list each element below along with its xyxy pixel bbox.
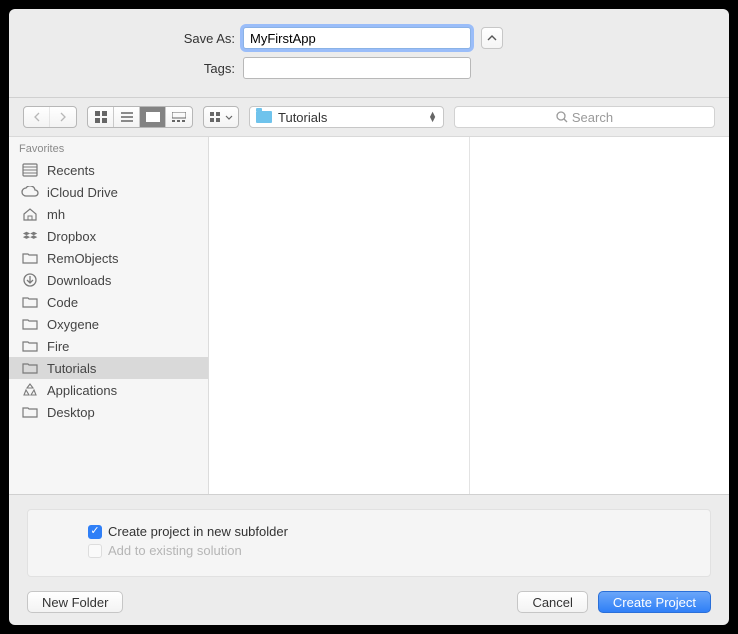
column-1[interactable] (209, 137, 470, 494)
existing-checkbox (88, 544, 102, 558)
folder-icon (21, 250, 39, 266)
location-label: Tutorials (278, 110, 327, 125)
gallery-icon (172, 112, 186, 122)
subfolder-checkbox[interactable] (88, 525, 102, 539)
folder-icon (256, 111, 272, 123)
column-2[interactable] (470, 137, 730, 494)
existing-checkbox-row: Add to existing solution (88, 543, 694, 558)
chevron-down-icon (225, 115, 233, 120)
sidebar-item-label: Applications (47, 383, 117, 398)
app-icon (21, 382, 39, 398)
sidebar-item-label: iCloud Drive (47, 185, 118, 200)
search-field[interactable]: Search (454, 106, 715, 128)
options-box: Create project in new subfolder Add to e… (27, 509, 711, 577)
save-dialog: Save As: Tags: (9, 9, 729, 625)
group-button[interactable] (204, 107, 238, 127)
dropbox-icon (21, 228, 39, 244)
folder-icon (21, 360, 39, 376)
collapse-button[interactable] (481, 27, 503, 49)
chevron-up-icon (487, 35, 497, 41)
cloud-icon (21, 184, 39, 200)
create-project-button[interactable]: Create Project (598, 591, 711, 613)
cancel-button[interactable]: Cancel (517, 591, 587, 613)
recents-icon (21, 162, 39, 178)
back-button[interactable] (24, 107, 50, 127)
group-segmented (203, 106, 239, 128)
grid-icon (95, 111, 107, 123)
button-row: New Folder Cancel Create Project (27, 591, 711, 613)
save-as-label: Save As: (27, 31, 243, 46)
sidebar-item-desktop[interactable]: Desktop (9, 401, 208, 423)
sidebar-item-label: Tutorials (47, 361, 96, 376)
header-section: Save As: Tags: (9, 9, 729, 97)
footer-section: Create project in new subfolder Add to e… (9, 495, 729, 625)
forward-button[interactable] (50, 107, 76, 127)
folder-icon (21, 404, 39, 420)
sidebar-item-label: Recents (47, 163, 95, 178)
home-icon (21, 206, 39, 222)
view-gallery-button[interactable] (166, 107, 192, 127)
stepper-icon: ▲▼ (428, 112, 437, 122)
subfolder-label: Create project in new subfolder (108, 524, 288, 539)
folder-icon (21, 294, 39, 310)
sidebar-item-label: Fire (47, 339, 69, 354)
sidebar-item-label: Dropbox (47, 229, 96, 244)
sidebar: Favorites Recents iCloud Drive mh Dropbox Re… (9, 137, 209, 494)
sidebar-item-label: Downloads (47, 273, 111, 288)
search-icon (556, 111, 568, 123)
sidebar-item-icloud-drive[interactable]: iCloud Drive (9, 181, 208, 203)
folder-icon (21, 316, 39, 332)
tags-label: Tags: (27, 61, 243, 76)
subfolder-checkbox-row[interactable]: Create project in new subfolder (88, 524, 694, 539)
sidebar-item-label: mh (47, 207, 65, 222)
sidebar-item-downloads[interactable]: Downloads (9, 269, 208, 291)
sidebar-item-label: Desktop (47, 405, 95, 420)
sidebar-item-recents[interactable]: Recents (9, 159, 208, 181)
search-placeholder: Search (572, 110, 613, 125)
view-icon-button[interactable] (88, 107, 114, 127)
sidebar-item-label: Oxygene (47, 317, 99, 332)
download-icon (21, 272, 39, 288)
list-icon (121, 112, 133, 122)
browser-toolbar: Tutorials ▲▼ Search (9, 98, 729, 137)
chevron-right-icon (59, 112, 67, 122)
sidebar-item-code[interactable]: Code (9, 291, 208, 313)
location-popup[interactable]: Tutorials ▲▼ (249, 106, 444, 128)
sidebar-item-fire[interactable]: Fire (9, 335, 208, 357)
view-segmented (87, 106, 193, 128)
sidebar-item-remobjects[interactable]: RemObjects (9, 247, 208, 269)
sidebar-item-label: RemObjects (47, 251, 119, 266)
browser-body: Favorites Recents iCloud Drive mh Dropbox Re… (9, 137, 729, 495)
sidebar-header: Favorites (9, 137, 208, 159)
view-list-button[interactable] (114, 107, 140, 127)
save-as-input[interactable] (243, 27, 471, 49)
view-columns-button[interactable] (140, 107, 166, 127)
group-icon (210, 112, 222, 122)
nav-segmented (23, 106, 77, 128)
sidebar-item-mh[interactable]: mh (9, 203, 208, 225)
columns-icon (146, 112, 160, 122)
sidebar-item-label: Code (47, 295, 78, 310)
chevron-left-icon (33, 112, 41, 122)
tags-input[interactable] (243, 57, 471, 79)
sidebar-item-oxygene[interactable]: Oxygene (9, 313, 208, 335)
new-folder-button[interactable]: New Folder (27, 591, 123, 613)
folder-icon (21, 338, 39, 354)
existing-label: Add to existing solution (108, 543, 242, 558)
sidebar-item-applications[interactable]: Applications (9, 379, 208, 401)
sidebar-item-tutorials[interactable]: Tutorials (9, 357, 208, 379)
sidebar-item-dropbox[interactable]: Dropbox (9, 225, 208, 247)
